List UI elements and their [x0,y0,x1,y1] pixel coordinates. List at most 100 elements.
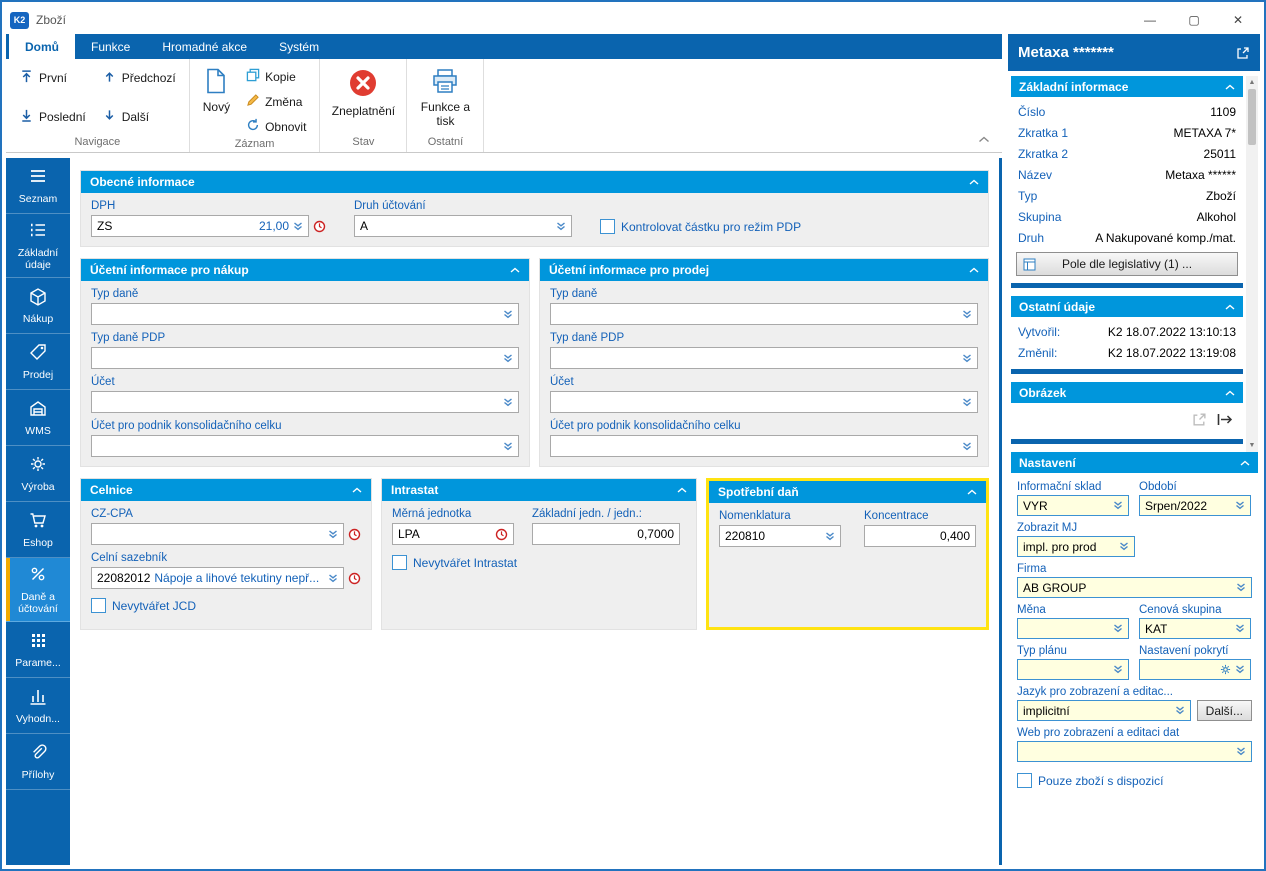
celni-sazebnik-field[interactable]: 22082012 Nápoje a lihové tekutiny nepř..… [91,567,344,589]
popout-icon[interactable] [1236,46,1250,60]
history-clock-icon[interactable] [313,220,326,233]
cz-cpa-field[interactable] [91,523,344,545]
image-popout-icon[interactable] [1192,412,1207,430]
copy-record-button[interactable]: Kopie [240,66,312,87]
panel-spotrebni-dan-header[interactable]: Spotřební daň [709,481,986,503]
sidebar-item-seznam[interactable]: Seznam [6,158,70,214]
collapse-icon[interactable] [677,487,687,493]
pole-dle-legislativy-button[interactable]: Pole dle legislativy (1) ... [1016,252,1238,276]
dropdown-icon[interactable] [1113,624,1123,633]
last-record-button[interactable]: Poslední [13,106,92,128]
image-fit-icon[interactable] [1217,413,1233,429]
ucet-prodej-field[interactable] [550,391,978,413]
tab-system[interactable]: Systém [263,34,335,59]
koncentrace-field[interactable]: 0,400 [864,525,976,547]
close-button[interactable]: ✕ [1216,6,1260,34]
dropdown-icon[interactable] [962,441,972,451]
invalidate-button[interactable]: Zneplatnění [327,64,399,121]
scroll-down-icon[interactable]: ▼ [1249,439,1256,452]
tab-hromadne-akce[interactable]: Hromadné akce [146,34,263,59]
collapse-icon[interactable] [969,179,979,185]
typ-dane-prodej-field[interactable] [550,303,978,325]
collapse-icon[interactable] [1240,460,1250,466]
first-record-button[interactable]: První [13,67,92,89]
panel-celnice-header[interactable]: Celnice [81,479,371,501]
tab-funkce[interactable]: Funkce [75,34,146,59]
panel-obecne-header[interactable]: Obecné informace [81,171,988,193]
panel-prodej-header[interactable]: Účetní informace pro prodej [540,259,988,281]
collapse-icon[interactable] [1225,304,1235,310]
scrollbar-thumb[interactable] [1248,89,1256,145]
collapse-icon[interactable] [510,267,520,273]
sidebar-item-prilohy[interactable]: Přílohy [6,734,70,791]
informacni-sklad-field[interactable]: VYR [1017,495,1129,516]
refresh-button[interactable]: Obnovit [240,116,312,137]
web-field[interactable] [1017,741,1252,762]
collapse-icon[interactable] [1225,84,1235,90]
section-header[interactable]: Nastavení [1011,452,1258,473]
dropdown-icon[interactable] [503,441,513,451]
history-clock-icon[interactable] [348,528,361,541]
dalsi-button[interactable]: Další... [1196,700,1252,721]
firma-field[interactable]: AB GROUP [1017,577,1252,598]
sidebar-item-dane-a-uctovani[interactable]: Daně a účtování [6,558,70,623]
dph-field[interactable]: ZS 21,00 [91,215,309,237]
new-record-button[interactable]: Nový [197,64,236,117]
typ-planu-field[interactable] [1017,659,1129,680]
nomenklatura-field[interactable]: 220810 [719,525,841,547]
ucet-konsolidace-prodej-field[interactable] [550,435,978,457]
sidebar-item-eshop[interactable]: Eshop [6,502,70,559]
section-header[interactable]: Ostatní údaje [1011,296,1243,317]
section-header[interactable]: Obrázek [1011,382,1243,403]
pdp-checkbox[interactable] [600,219,615,234]
cenova-skupina-field[interactable]: KAT [1139,618,1251,639]
panel-nakup-header[interactable]: Účetní informace pro nákup [81,259,529,281]
next-record-button[interactable]: Další [96,106,182,128]
sidebar-item-zakladni-udaje[interactable]: Základní údaje [6,214,70,279]
dropdown-icon[interactable] [1236,747,1246,756]
zakladni-jedn-field[interactable]: 0,7000 [532,523,680,545]
jazyk-field[interactable]: implicitní [1017,700,1191,721]
dropdown-icon[interactable] [962,353,972,363]
dropdown-icon[interactable] [1175,706,1185,715]
sidebar-item-vyhodnoceni[interactable]: Vyhodn... [6,678,70,735]
history-clock-icon[interactable] [348,572,361,585]
collapse-icon[interactable] [352,487,362,493]
zobrazit-mj-field[interactable]: impl. pro prod [1017,536,1135,557]
dropdown-icon[interactable] [503,353,513,363]
panel-intrastat-header[interactable]: Intrastat [382,479,696,501]
dropdown-icon[interactable] [825,531,835,541]
section-header[interactable]: Základní informace [1011,76,1243,97]
collapse-icon[interactable] [1225,390,1235,396]
sidebar-item-parametry[interactable]: Parame... [6,622,70,679]
previous-record-button[interactable]: Předchozí [96,67,182,89]
collapse-icon[interactable] [967,489,977,495]
sidebar-item-vyroba[interactable]: Výroba [6,446,70,503]
dropdown-icon[interactable] [503,309,513,319]
dropdown-icon[interactable] [1235,665,1245,674]
dropdown-icon[interactable] [503,397,513,407]
typ-dane-pdp-prodej-field[interactable] [550,347,978,369]
dropdown-icon[interactable] [962,309,972,319]
mena-field[interactable] [1017,618,1129,639]
history-clock-icon[interactable] [495,528,508,541]
gear-icon[interactable] [1220,664,1231,675]
typ-dane-pdp-nakup-field[interactable] [91,347,519,369]
pouze-zbozi-checkbox[interactable] [1017,773,1032,788]
collapse-icon[interactable] [969,267,979,273]
obdobi-field[interactable]: Srpen/2022 [1139,495,1251,516]
ucet-nakup-field[interactable] [91,391,519,413]
tab-domu[interactable]: Domů [9,34,75,59]
dropdown-icon[interactable] [1236,583,1246,592]
edit-record-button[interactable]: Změna [240,91,312,112]
dropdown-icon[interactable] [293,221,303,231]
sidebar-item-prodej[interactable]: Prodej [6,334,70,391]
dropdown-icon[interactable] [962,397,972,407]
dropdown-icon[interactable] [1235,624,1245,633]
dropdown-icon[interactable] [328,573,338,583]
dropdown-icon[interactable] [328,529,338,539]
functions-print-button[interactable]: Funkce a tisk [414,64,476,130]
maximize-button[interactable]: ▢ [1172,6,1216,34]
ucet-konsolidace-nakup-field[interactable] [91,435,519,457]
ribbon-collapse-icon[interactable] [978,132,990,146]
